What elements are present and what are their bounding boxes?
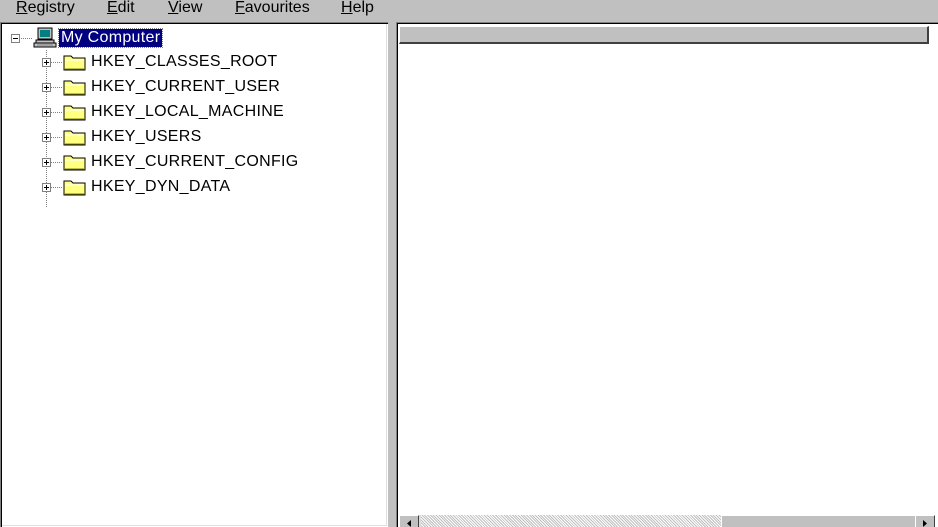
- folder-icon: [63, 155, 86, 171]
- menu-view-accel: V: [168, 0, 179, 16]
- tree-connector: [51, 137, 63, 138]
- menu-edit-label: dit: [117, 0, 135, 16]
- registry-editor-window: Registry Edit View Favourites Help My Co…: [0, 0, 938, 527]
- expand-toggle-hkey-dyn-data[interactable]: [42, 183, 51, 192]
- menu-help-accel: H: [341, 0, 353, 16]
- menu-help[interactable]: Help: [341, 0, 374, 18]
- values-list-pane[interactable]: [396, 22, 938, 527]
- folder-icon: [63, 180, 86, 196]
- registry-tree-pane[interactable]: My Computer HKEY_CLASSES_ROOT HKEY_CURREN…: [0, 22, 388, 527]
- scroll-left-button[interactable]: [399, 515, 419, 527]
- folder-icon: [63, 130, 86, 146]
- menu-help-label: elp: [352, 0, 374, 16]
- folder-icon: [63, 80, 86, 96]
- menu-bar: Registry Edit View Favourites Help: [0, 0, 938, 20]
- folder-icon: [63, 105, 86, 121]
- arrow-left-icon: [407, 520, 411, 527]
- column-header[interactable]: [399, 26, 929, 44]
- arrow-right-icon: [923, 520, 927, 527]
- tree-node-hkey-users[interactable]: HKEY_USERS: [91, 128, 202, 146]
- scroll-right-button[interactable]: [915, 515, 935, 527]
- scroll-thumb[interactable]: [721, 515, 931, 527]
- computer-icon: [33, 27, 57, 48]
- menu-edit-accel: E: [107, 0, 118, 16]
- folder-icon: [63, 55, 86, 71]
- tree-connector: [51, 62, 63, 63]
- menu-registry-label: egistry: [27, 0, 75, 16]
- menu-view-label: iew: [178, 0, 203, 16]
- menu-favourites-label: avourites: [244, 0, 310, 16]
- tree-connector: [51, 87, 63, 88]
- menu-edit[interactable]: Edit: [107, 0, 135, 18]
- menu-favourites-accel: F: [235, 0, 245, 16]
- tree-connector: [51, 162, 63, 163]
- menu-view[interactable]: View: [168, 0, 202, 18]
- tree-connector: [51, 112, 63, 113]
- expand-toggle-hkey-classes-root[interactable]: [42, 58, 51, 67]
- tree-connector: [21, 38, 33, 39]
- tree-connector: [51, 187, 63, 188]
- scroll-track[interactable]: [421, 515, 931, 527]
- tree-node-hkey-dyn-data[interactable]: HKEY_DYN_DATA: [91, 178, 230, 196]
- tree-node-hkey-current-config[interactable]: HKEY_CURRENT_CONFIG: [91, 153, 299, 171]
- pane-splitter[interactable]: [388, 22, 396, 527]
- expand-toggle-hkey-current-user[interactable]: [42, 83, 51, 92]
- menu-registry[interactable]: Registry: [16, 0, 75, 18]
- tree-node-hkey-classes-root[interactable]: HKEY_CLASSES_ROOT: [91, 53, 278, 71]
- tree-node-hkey-local-machine[interactable]: HKEY_LOCAL_MACHINE: [91, 103, 284, 121]
- tree-node-hkey-current-user[interactable]: HKEY_CURRENT_USER: [91, 78, 280, 96]
- menu-registry-accel: R: [16, 0, 28, 16]
- tree-node-my-computer[interactable]: My Computer: [57, 28, 164, 48]
- collapse-toggle-my-computer[interactable]: [11, 34, 20, 43]
- expand-toggle-hkey-local-machine[interactable]: [42, 108, 51, 117]
- menu-favourites[interactable]: Favourites: [235, 0, 310, 18]
- expand-toggle-hkey-users[interactable]: [42, 133, 51, 142]
- horizontal-scrollbar[interactable]: [399, 515, 935, 527]
- expand-toggle-hkey-current-config[interactable]: [42, 158, 51, 167]
